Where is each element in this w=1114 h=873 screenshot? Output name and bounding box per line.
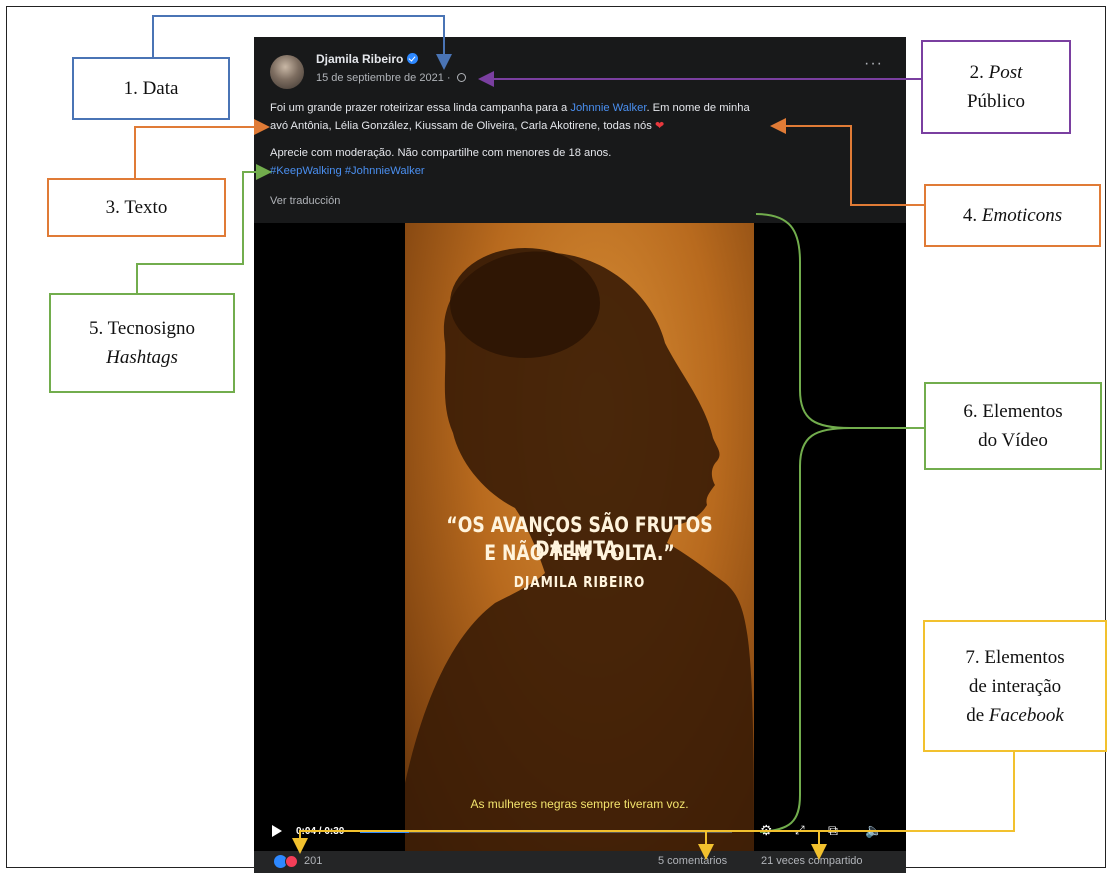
annotation-facebook-em: Facebook <box>988 704 1064 726</box>
love-reaction-icon[interactable] <box>285 855 298 868</box>
settings-gear-icon[interactable]: ⚙ <box>760 823 773 837</box>
annotation-post-num: 2. <box>969 62 989 83</box>
annotation-facebook-line1: 7. Elementos <box>965 646 1065 668</box>
video-subtitle: As mulheres negras sempre tiveram voz. <box>470 797 689 811</box>
hashtags[interactable]: #KeepWalking #JohnnieWalker <box>270 162 895 180</box>
annotation-post-line2: Público <box>966 91 1026 112</box>
mute-icon[interactable]: 🔈 <box>865 823 882 837</box>
reaction-count[interactable]: 201 <box>304 855 322 867</box>
more-options-icon[interactable]: ··· <box>864 56 883 72</box>
annotation-emoticons: 4. Emoticons <box>924 184 1101 247</box>
post-text: Foi um grande prazer roteirizar essa lin… <box>270 99 895 180</box>
post-date[interactable]: 15 de septiembre de 2021 · <box>316 72 466 84</box>
post-text-line-2: avó Antônia, Lélia González, Kiussam de … <box>270 117 895 135</box>
video-controls: 0:04 / 0:30 ⚙ ⤢ ⧉ 🔈 <box>254 819 906 845</box>
annotation-texto-text: 3. Texto <box>105 197 168 218</box>
post-text-line-2-text: avó Antônia, Lélia González, Kiussam de … <box>270 120 655 132</box>
video-time: 0:04 / 0:30 <box>296 826 345 837</box>
video-frame: “OS AVANÇOS SÃO FRUTOS DA LUTA. E NÃO TE… <box>405 223 754 857</box>
annotation-facebook-pre: de <box>966 704 989 726</box>
annotation-video-line2: do Vídeo <box>978 430 1048 451</box>
heart-emoji-icon: ❤ <box>654 120 665 132</box>
annotation-hashtags-line1: 5. Tecnosigno <box>89 318 195 339</box>
avatar[interactable] <box>270 55 304 89</box>
author-name[interactable]: Djamila Ribeiro <box>316 52 403 66</box>
annotation-emoticons-line: 4. Emoticons <box>963 201 1062 230</box>
annotation-video: 6. Elementos do Vídeo <box>924 382 1102 470</box>
quote-author: DJAMILA RIBEIRO <box>513 573 646 591</box>
play-icon[interactable] <box>272 825 282 837</box>
verified-icon <box>407 53 419 64</box>
annotation-data: 1. Data <box>72 57 230 120</box>
annotation-facebook: 7. Elementos de interação de Facebook <box>923 620 1107 752</box>
johnnie-walker-link[interactable]: Johnnie Walker <box>570 102 646 114</box>
progress-fill <box>360 830 410 833</box>
annotation-facebook-line3: de Facebook <box>966 701 1064 730</box>
shares-count[interactable]: 21 veces compartido <box>761 855 863 867</box>
video-progress-bar[interactable] <box>360 830 732 833</box>
annotation-hashtags: 5. Tecnosigno Hashtags <box>49 293 235 393</box>
globe-icon <box>456 73 466 82</box>
post-text-line-3: Aprecie com moderação. Não compartilhe c… <box>270 147 612 159</box>
quote-line-2: E NÃO TEM VOLTA.” <box>484 541 675 565</box>
reactions-bar: 201 5 comentarios 21 veces compartido <box>254 851 906 873</box>
video-player[interactable]: “OS AVANÇOS SÃO FRUTOS DA LUTA. E NÃO TE… <box>254 223 906 857</box>
annotation-post-em: Post <box>988 62 1023 83</box>
annotation-emoticons-em: Emoticons <box>981 205 1063 226</box>
post-text-line-1: Foi um grande prazer roteirizar essa lin… <box>270 99 895 117</box>
annotation-video-line1: 6. Elementos <box>963 401 1063 422</box>
picture-in-picture-icon[interactable]: ⧉ <box>828 823 838 837</box>
annotation-post-publico: 2. Post Público <box>921 40 1071 134</box>
date-text[interactable]: 15 de septiembre de 2021 · <box>316 72 454 84</box>
annotation-emoticons-num: 4. <box>962 205 982 226</box>
facebook-post: Djamila Ribeiro 15 de septiembre de 2021… <box>254 37 906 873</box>
fullscreen-icon[interactable]: ⤢ <box>795 823 805 837</box>
annotation-hashtags-em: Hashtags <box>106 347 178 368</box>
annotation-facebook-line2: de interação <box>968 675 1062 697</box>
post-text-b: . Em nome de minha <box>646 102 750 114</box>
annotation-data-text: 1. Data <box>123 78 179 99</box>
annotation-texto: 3. Texto <box>47 178 226 237</box>
post-text-a: Foi um grande prazer roteirizar essa lin… <box>270 102 571 114</box>
annotation-post-line1: 2. Post <box>970 58 1023 87</box>
comments-count[interactable]: 5 comentarios <box>658 855 727 867</box>
post-author[interactable]: Djamila Ribeiro <box>316 52 419 66</box>
see-translation-link[interactable]: Ver traducción <box>270 195 340 207</box>
